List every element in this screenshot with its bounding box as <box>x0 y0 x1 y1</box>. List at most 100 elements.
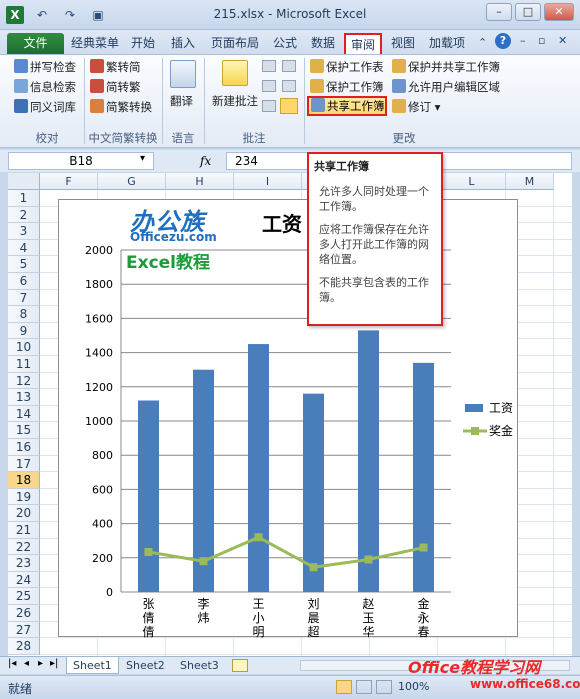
translate-button[interactable]: 翻译 <box>170 92 193 110</box>
workbook-minimize-icon[interactable]: – <box>520 34 526 47</box>
last-sheet-icon[interactable]: ▸| <box>50 658 58 669</box>
chart-title: 工资 <box>262 212 302 236</box>
sheet-tab-3[interactable]: Sheet3 <box>174 657 225 674</box>
allow-edit-ranges-label: 允许用户编辑区域 <box>408 80 500 94</box>
row-header[interactable]: 28 <box>8 638 40 655</box>
row-header[interactable]: 14 <box>8 405 40 423</box>
name-box[interactable]: B18 <box>8 152 154 170</box>
tab-classic-menu[interactable]: 经典菜单 <box>66 33 124 54</box>
row-header[interactable]: 17 <box>8 455 40 473</box>
comment-small-icon[interactable] <box>280 98 298 114</box>
row-header[interactable]: 18 <box>8 472 40 489</box>
column-header[interactable]: I <box>234 173 302 190</box>
tab-view[interactable]: 视图 <box>386 33 420 54</box>
translate-icon[interactable] <box>170 60 196 88</box>
column-header[interactable]: G <box>98 173 166 190</box>
protect-sheet-button[interactable]: 保护工作表 <box>310 58 384 76</box>
workbook-close-icon[interactable]: ✕ <box>558 34 567 47</box>
zoom-level[interactable]: 100% <box>398 680 429 693</box>
chevron-up-icon[interactable]: ⌃ <box>478 36 487 49</box>
new-comment-icon[interactable] <box>222 60 248 86</box>
row-header[interactable]: 24 <box>8 571 40 589</box>
legend-marker-bonus <box>471 427 479 435</box>
allow-edit-ranges-button[interactable]: 允许用户编辑区域 <box>392 78 500 96</box>
protect-share-workbook-button[interactable]: 保护并共享工作簿 <box>392 58 500 76</box>
row-header[interactable]: 11 <box>8 356 40 373</box>
new-comment-button[interactable]: 新建批注 <box>212 92 258 110</box>
row-header[interactable]: 20 <box>8 505 40 522</box>
chinese-convert-icon <box>90 99 104 113</box>
research-button[interactable]: 信息检索 <box>14 78 76 96</box>
column-header[interactable]: F <box>40 173 98 190</box>
row-header[interactable]: 5 <box>8 256 40 273</box>
comment-small-icon[interactable] <box>282 60 296 72</box>
tab-home[interactable]: 开始 <box>126 33 160 54</box>
tab-page-layout[interactable]: 页面布局 <box>206 33 264 54</box>
protect-workbook-button[interactable]: 保护工作簿 <box>310 78 384 96</box>
simp-to-trad-button[interactable]: 简转繁 <box>90 78 141 96</box>
tab-review[interactable]: 审阅 <box>344 33 383 54</box>
chinese-convert-button[interactable]: 简繁转换 <box>90 98 152 116</box>
page-layout-view-icon[interactable] <box>356 680 372 694</box>
help-icon[interactable]: ? <box>495 33 511 49</box>
comment-small-icon[interactable] <box>262 60 276 72</box>
track-changes-button[interactable]: 修订 ▾ <box>392 98 440 116</box>
row-header[interactable]: 21 <box>8 522 40 539</box>
row-header[interactable]: 9 <box>8 322 40 340</box>
row-header[interactable]: 2 <box>8 206 40 224</box>
first-sheet-icon[interactable]: |◂ <box>8 658 16 669</box>
edit-ranges-icon <box>392 79 406 93</box>
sheet-tab-1[interactable]: Sheet1 <box>66 657 119 674</box>
trad-to-simp-button[interactable]: 繁转简 <box>90 58 141 76</box>
row-header[interactable]: 12 <box>8 372 40 390</box>
row-header[interactable]: 13 <box>8 389 40 406</box>
row-header[interactable]: 8 <box>8 306 40 323</box>
select-all-corner[interactable] <box>8 173 40 190</box>
column-header[interactable]: M <box>506 173 554 190</box>
row-header[interactable]: 7 <box>8 289 40 307</box>
row-header[interactable]: 3 <box>8 223 40 240</box>
prev-sheet-icon[interactable]: ◂ <box>24 658 29 669</box>
tab-formulas[interactable]: 公式 <box>268 33 302 54</box>
minimize-button[interactable]: – <box>486 3 512 21</box>
next-sheet-icon[interactable]: ▸ <box>38 658 43 669</box>
comment-small-icon[interactable] <box>262 80 276 92</box>
tab-insert[interactable]: 插入 <box>166 33 200 54</box>
row-header[interactable]: 1 <box>8 190 40 207</box>
row-header[interactable]: 6 <box>8 273 40 290</box>
normal-view-icon[interactable] <box>336 680 352 694</box>
tab-file[interactable]: 文件 <box>7 33 64 54</box>
workbook-restore-icon[interactable]: ▫ <box>538 34 545 47</box>
row-header[interactable]: 19 <box>8 488 40 506</box>
row-header[interactable]: 23 <box>8 555 40 572</box>
row-header[interactable]: 15 <box>8 422 40 439</box>
row-header[interactable]: 25 <box>8 588 40 605</box>
close-button[interactable]: ✕ <box>544 3 574 21</box>
share-workbook-button[interactable]: 共享工作簿 <box>307 96 387 116</box>
row-header[interactable]: 27 <box>8 621 40 639</box>
page-break-view-icon[interactable] <box>376 680 392 694</box>
comment-small-icon[interactable] <box>262 100 276 112</box>
lock-icon <box>310 79 324 93</box>
y-tick-label: 200 <box>92 552 113 565</box>
protect-share-workbook-label: 保护并共享工作簿 <box>408 60 500 74</box>
row-header[interactable]: 16 <box>8 439 40 456</box>
column-header[interactable]: H <box>166 173 234 190</box>
watermark-text: Office教程学习网 <box>408 658 541 677</box>
row-header[interactable]: 10 <box>8 339 40 356</box>
insert-function-icon[interactable]: fx <box>200 152 222 170</box>
sheet-tab-2[interactable]: Sheet2 <box>120 657 171 674</box>
row-header[interactable]: 4 <box>8 239 40 257</box>
tab-addins[interactable]: 加载项 <box>424 33 470 54</box>
row-header[interactable]: 26 <box>8 605 40 622</box>
row-header[interactable]: 22 <box>8 538 40 556</box>
spell-check-button[interactable]: 拼写检查 <box>14 58 76 76</box>
name-box-dropdown-icon[interactable]: ▾ <box>140 153 145 164</box>
thesaurus-button[interactable]: 同义词库 <box>14 98 76 116</box>
maximize-button[interactable]: □ <box>515 3 541 21</box>
research-icon <box>14 79 28 93</box>
insert-sheet-icon[interactable] <box>232 659 248 672</box>
tab-data[interactable]: 数据 <box>306 33 340 54</box>
comment-small-icon[interactable] <box>282 80 296 92</box>
column-header[interactable]: L <box>438 173 506 190</box>
